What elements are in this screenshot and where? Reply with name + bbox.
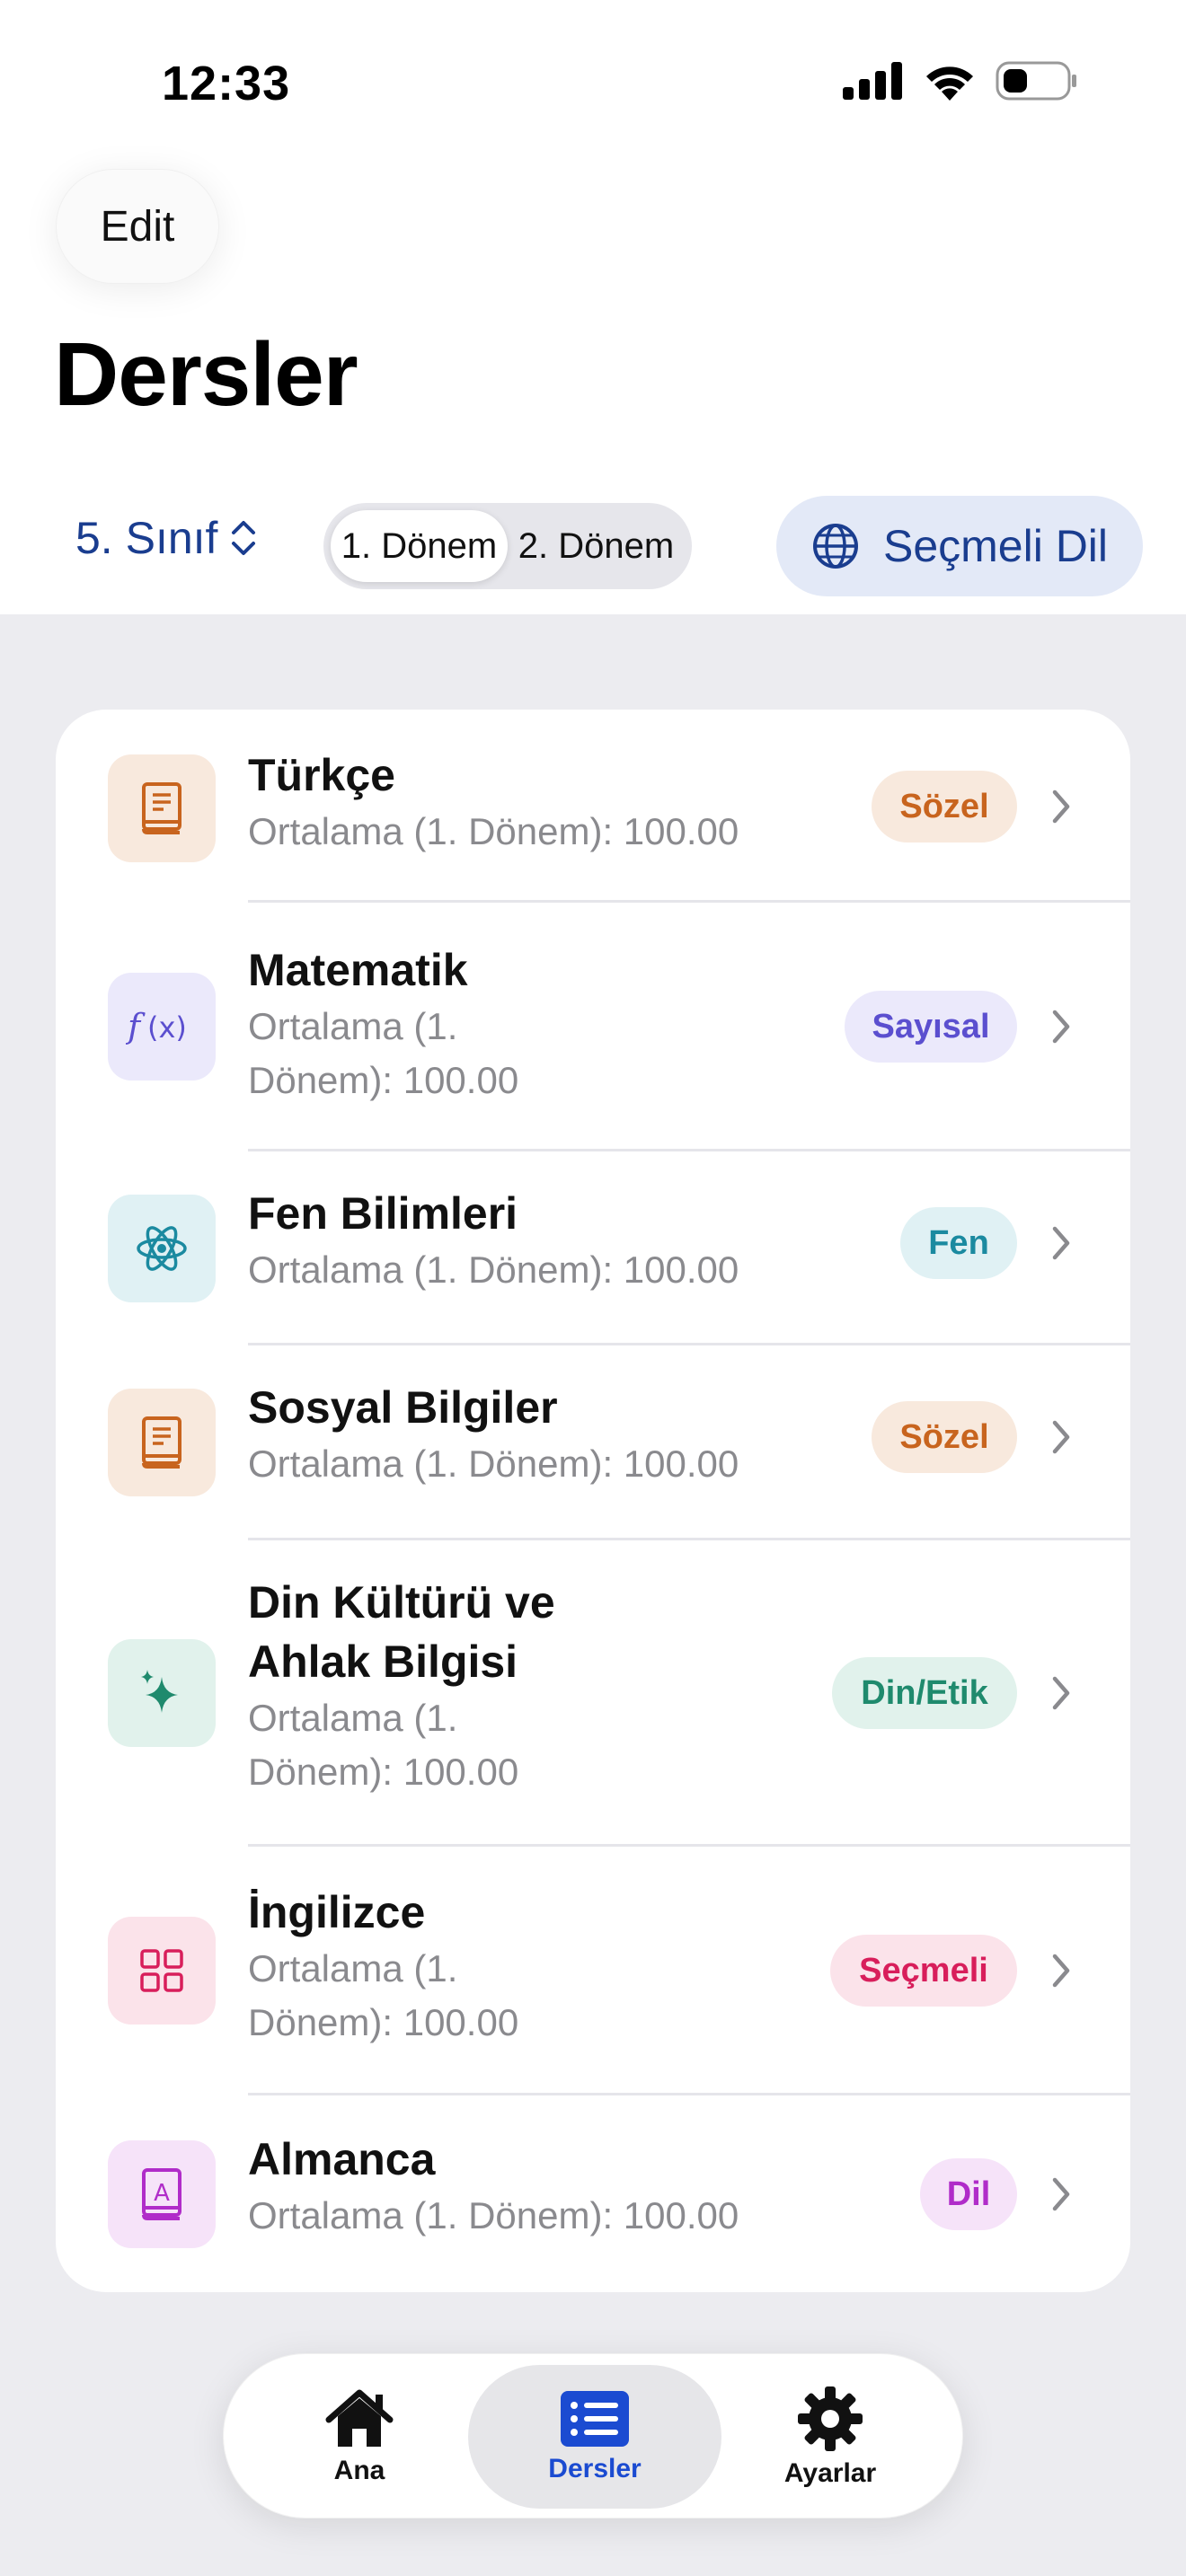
status-icons xyxy=(843,61,1078,101)
status-time: 12:33 xyxy=(162,57,291,110)
course-average: Ortalama (1. Dönem): 100.00 xyxy=(248,1248,739,1291)
chevron-right-icon xyxy=(1052,1420,1070,1454)
category-badge: Sözel xyxy=(872,1401,1017,1473)
chevron-right-icon xyxy=(1052,790,1070,824)
atom-icon xyxy=(137,1226,187,1271)
category-badge: Seçmeli xyxy=(830,1935,1017,2007)
course-average-line-1: Ortalama (1. xyxy=(248,1947,458,1989)
svg-text:A: A xyxy=(154,2180,170,2207)
category-badge: Din/Etik xyxy=(832,1657,1017,1729)
book-icon xyxy=(142,782,181,834)
wifi-icon xyxy=(926,66,973,101)
course-average: Ortalama (1. Dönem): 100.00 xyxy=(248,1442,739,1485)
course-row-matematik[interactable]: ƒ (x) Matematik Ortalama (1. Dönem): 100… xyxy=(56,903,1130,1151)
course-average-line-2: Dönem): 100.00 xyxy=(248,1059,519,1101)
status-bar: 12:33 xyxy=(0,0,1186,171)
course-icon-box xyxy=(108,1917,216,2025)
course-average-line-2: Dönem): 100.00 xyxy=(248,2001,519,2043)
chevron-right-icon xyxy=(1052,1226,1070,1260)
cellular-signal-icon xyxy=(843,62,902,100)
tab-bar: Ana Dersler Ayarlar xyxy=(223,2353,963,2519)
course-list: Türkçe Ortalama (1. Dönem): 100.00 Sözel… xyxy=(56,710,1130,2292)
category-badge: Sayısal xyxy=(845,991,1017,1063)
course-name: Almanca xyxy=(248,2134,436,2184)
chevron-up-down-icon xyxy=(232,521,256,555)
term-segmented-control[interactable]: 1. Dönem 2. Dönem xyxy=(323,503,692,589)
tab-ayarlar[interactable]: Ayarlar xyxy=(736,2365,925,2509)
course-row-ingilizce[interactable]: İngilizce Ortalama (1. Dönem): 100.00 Se… xyxy=(56,1847,1130,2095)
course-texts: İngilizce Ortalama (1. Dönem): 100.00 xyxy=(248,1883,518,2050)
elective-language-button[interactable]: Seçmeli Dil xyxy=(776,496,1143,596)
category-badge: Sözel xyxy=(872,771,1017,842)
course-average-line-1: Ortalama (1. xyxy=(248,1005,458,1047)
chevron-right-icon xyxy=(1052,2177,1070,2211)
grid-icon xyxy=(140,1949,183,1992)
svg-text:(x): (x) xyxy=(147,1010,187,1045)
course-texts: Almanca Ortalama (1. Dönem): 100.00 xyxy=(248,2130,739,2243)
list-icon xyxy=(561,2391,629,2447)
course-row-turkce[interactable]: Türkçe Ortalama (1. Dönem): 100.00 Sözel xyxy=(56,710,1130,902)
sparkles-icon xyxy=(141,1670,178,1713)
course-row-almanca[interactable]: A Almanca Ortalama (1. Dönem): 100.00 Di… xyxy=(56,2095,1130,2292)
course-average: Ortalama (1. Dönem): 100.00 xyxy=(248,810,739,852)
chevron-right-icon xyxy=(1052,1676,1070,1710)
book-icon xyxy=(142,1416,181,1469)
category-badge: Dil xyxy=(920,2158,1017,2230)
elective-language-label: Seçmeli Dil xyxy=(882,521,1109,571)
gear-icon xyxy=(798,2386,863,2451)
course-icon-box xyxy=(108,1639,216,1747)
course-icon-box xyxy=(108,1389,216,1496)
course-row-sosyal-bilgiler[interactable]: Sosyal Bilgiler Ortalama (1. Dönem): 100… xyxy=(56,1345,1130,1539)
term-segment-2[interactable]: 2. Dönem xyxy=(508,510,685,582)
course-texts: Sosyal Bilgiler Ortalama (1. Dönem): 100… xyxy=(248,1378,739,1491)
tab-label: Ana xyxy=(333,2456,385,2485)
chevron-right-icon xyxy=(1052,1954,1070,1988)
course-icon-box: ƒ (x) xyxy=(108,973,216,1081)
course-row-fen-bilimleri[interactable]: Fen Bilimleri Ortalama (1. Dönem): 100.0… xyxy=(56,1151,1130,1345)
course-texts: Fen Bilimleri Ortalama (1. Dönem): 100.0… xyxy=(248,1184,739,1297)
globe-icon xyxy=(812,524,858,569)
course-average: Ortalama (1. Dönem): 100.00 xyxy=(248,2194,739,2236)
course-row-din-kulturu[interactable]: Din Kültürü ve Ahlak Bilgisi Ortalama (1… xyxy=(56,1540,1130,1846)
page-title: Dersler xyxy=(54,324,358,425)
edit-button[interactable]: Edit xyxy=(56,169,219,284)
category-badge: Fen xyxy=(900,1207,1017,1279)
grade-picker[interactable]: 5. Sınıf xyxy=(75,512,257,564)
course-texts: Türkçe Ortalama (1. Dönem): 100.00 xyxy=(248,745,739,859)
course-name: Fen Bilimleri xyxy=(248,1188,518,1239)
course-texts: Din Kültürü ve Ahlak Bilgisi Ortalama (1… xyxy=(248,1573,555,1799)
course-icon-box: A xyxy=(108,2140,216,2248)
house-icon xyxy=(325,2389,394,2447)
course-texts: Matematik Ortalama (1. Dönem): 100.00 xyxy=(248,940,518,1107)
course-icon-box xyxy=(108,754,216,862)
chevron-right-icon xyxy=(1052,1010,1070,1044)
svg-text:ƒ: ƒ xyxy=(126,1007,146,1046)
course-icon-box xyxy=(108,1195,216,1302)
letter-book-icon: A xyxy=(142,2168,181,2220)
term-segment-1[interactable]: 1. Dönem xyxy=(331,510,508,582)
course-name-line-1: Din Kültürü ve xyxy=(248,1577,555,1628)
tab-label: Dersler xyxy=(548,2454,642,2483)
tab-label: Ayarlar xyxy=(783,2458,877,2488)
battery-icon xyxy=(996,61,1076,101)
tab-ana[interactable]: Ana xyxy=(265,2365,454,2509)
course-name: Türkçe xyxy=(248,750,395,800)
course-name-line-2: Ahlak Bilgisi xyxy=(248,1636,518,1687)
course-name: Sosyal Bilgiler xyxy=(248,1382,558,1433)
course-name: Matematik xyxy=(248,945,468,995)
course-name: İngilizce xyxy=(248,1887,426,1937)
course-average-line-2: Dönem): 100.00 xyxy=(248,1751,519,1793)
course-average-line-1: Ortalama (1. xyxy=(248,1697,458,1739)
function-icon: ƒ (x) xyxy=(126,1007,187,1046)
tab-dersler[interactable]: Dersler xyxy=(468,2365,721,2509)
grade-label: 5. Sınıf xyxy=(75,513,218,563)
